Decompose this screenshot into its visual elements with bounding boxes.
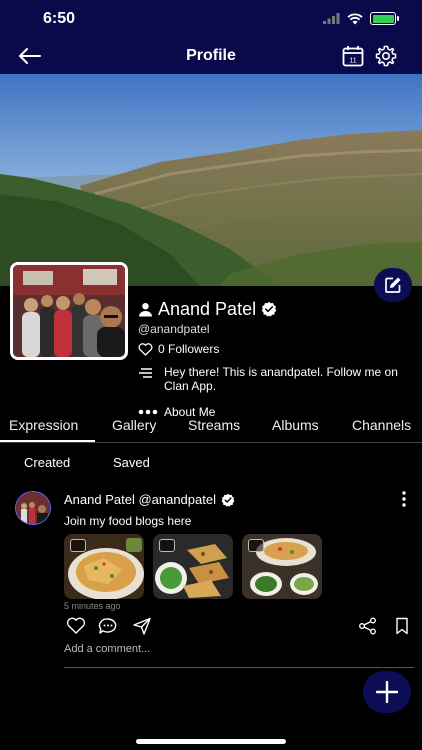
verified-badge-icon	[261, 301, 277, 317]
post-card: Anand Patel @anandpatel Join my food blo…	[0, 485, 422, 673]
tab-gallery[interactable]: Gallery	[112, 405, 156, 433]
post-text: Join my food blogs here	[64, 514, 192, 528]
bio-text: Hey there! This is anandpatel. Follow me…	[164, 365, 398, 393]
profile-name: Anand Patel	[158, 298, 257, 319]
plus-icon	[376, 681, 398, 703]
post-image[interactable]	[64, 534, 144, 599]
status-bar: 6:50	[0, 0, 422, 38]
image-gallery-icon	[70, 539, 86, 552]
add-post-button[interactable]	[363, 671, 411, 713]
verified-badge-icon	[221, 493, 235, 507]
image-gallery-icon	[248, 539, 264, 552]
share-icon[interactable]	[358, 617, 378, 635]
subtab-saved[interactable]: Saved	[113, 455, 150, 470]
name-row: Anand Patel	[138, 298, 418, 320]
home-indicator	[136, 739, 286, 744]
followers-count[interactable]: 0 Followers	[138, 341, 418, 357]
comment-bubble-icon[interactable]	[98, 617, 118, 635]
post-images	[64, 534, 322, 599]
like-heart-icon[interactable]	[66, 617, 86, 635]
image-gallery-icon	[159, 539, 175, 552]
edit-profile-button[interactable]	[374, 268, 412, 302]
settings-gear-icon[interactable]	[374, 44, 398, 68]
battery-icon	[370, 12, 399, 25]
post-actions	[64, 615, 414, 637]
tab-channels[interactable]: Channels	[352, 405, 411, 433]
bio: Hey there! This is anandpatel. Follow me…	[138, 365, 418, 393]
bookmark-icon[interactable]	[392, 617, 412, 635]
followers-label: 0 Followers	[158, 342, 220, 356]
post-image[interactable]	[242, 534, 322, 599]
edit-pencil-icon	[385, 277, 401, 293]
status-time: 6:50	[43, 10, 76, 27]
tab-expression[interactable]: Expression	[0, 405, 95, 442]
post-image[interactable]	[153, 534, 233, 599]
tab-streams[interactable]: Streams	[188, 405, 240, 433]
profile-tabs: Expression Gallery Streams Albums Channe…	[0, 405, 422, 443]
signal-icon	[323, 13, 340, 24]
send-paper-plane-icon[interactable]	[132, 617, 152, 635]
heart-icon	[138, 342, 153, 356]
calendar-day: 11	[349, 58, 356, 65]
subtab-created[interactable]: Created	[24, 455, 70, 470]
nav-bar: Profile 11	[0, 38, 422, 74]
post-timestamp: 5 minutes ago	[64, 601, 121, 611]
wifi-icon	[347, 12, 363, 24]
post-avatar[interactable]	[15, 491, 51, 525]
post-more-vertical-icon[interactable]	[401, 491, 407, 507]
profile-info: Anand Patel @anandpatel 0 Followers Hey …	[138, 298, 418, 420]
profile-avatar[interactable]	[10, 262, 128, 360]
cover-photo	[0, 74, 422, 286]
post-author[interactable]: Anand Patel @anandpatel	[64, 492, 235, 507]
post-author-name: Anand Patel @anandpatel	[64, 492, 216, 507]
person-icon	[139, 302, 152, 316]
profile-handle: @anandpatel	[138, 322, 210, 336]
comment-input[interactable]: Add a comment...	[64, 643, 414, 668]
status-icons	[323, 12, 399, 25]
text-lines-icon	[139, 368, 152, 378]
calendar-icon[interactable]: 11	[342, 45, 364, 67]
tab-albums[interactable]: Albums	[272, 405, 319, 433]
